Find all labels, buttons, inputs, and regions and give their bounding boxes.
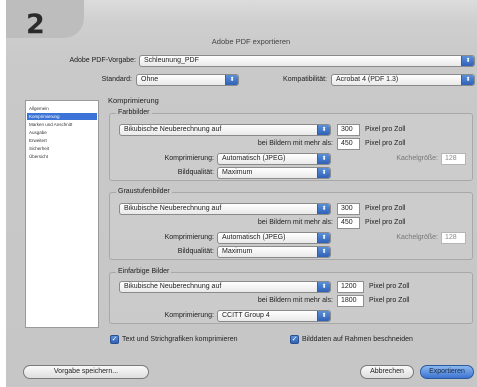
- dialog-title: Adobe PDF exportieren: [211, 37, 291, 46]
- einfarbig-ppi-unit: Pixel pro Zoll: [369, 283, 410, 290]
- einfarbig-compression-label: Komprimierung:: [164, 312, 214, 319]
- farbbilder-quality-select[interactable]: Maximum ⬍: [217, 167, 331, 179]
- updown-arrows-icon: ⬍: [317, 168, 330, 178]
- updown-arrows-icon: ⬍: [317, 311, 330, 321]
- einfarbig-ppi-input[interactable]: 1200: [337, 281, 364, 293]
- graustufen-quality: Maximum: [222, 248, 253, 255]
- farbbilder-method: Bikubische Neuberechnung auf: [124, 126, 222, 133]
- sidebar-item-allgemein[interactable]: Allgemein: [27, 105, 97, 112]
- updown-arrows-icon: ⬍: [317, 204, 330, 214]
- standard-value: Ohne: [141, 76, 159, 83]
- einfarbig-title: Einfarbige Bilder: [116, 268, 172, 275]
- graustufen-method-select[interactable]: Bikubische Neuberechnung auf ⬍: [119, 203, 331, 215]
- sidebar-item-sicherheit[interactable]: Sicherheit: [27, 145, 97, 152]
- category-sidebar: Allgemein Komprimierung Marken und Ansch…: [25, 100, 99, 328]
- graustufen-ppi-input[interactable]: 300: [337, 203, 360, 215]
- farbbilder-above-input[interactable]: 450: [337, 138, 360, 150]
- checkmark-icon: ✓: [291, 336, 298, 343]
- einfarbig-above-input[interactable]: 1800: [337, 295, 364, 307]
- checkmark-icon: ✓: [111, 336, 118, 343]
- farbbilder-above-unit: Pixel pro Zoll: [365, 140, 406, 147]
- updown-arrows-icon: ⬍: [317, 247, 330, 257]
- compress-text-label: Text und Strichgrafiken komprimieren: [122, 336, 238, 343]
- farbbilder-tile-input[interactable]: 128: [441, 153, 466, 165]
- graustufen-title: Graustufenbilder: [116, 188, 172, 195]
- compress-text-checkbox[interactable]: ✓: [110, 335, 119, 344]
- sidebar-item-erweitert[interactable]: Erweitert: [27, 137, 97, 144]
- einfarbig-method: Bikubische Neuberechnung auf: [124, 283, 222, 290]
- graustufen-method: Bikubische Neuberechnung auf: [124, 205, 222, 212]
- preset-select[interactable]: Schleunung_PDF ⬍: [139, 55, 475, 67]
- step-badge: 2: [6, 0, 84, 40]
- crop-images-checkbox[interactable]: ✓: [290, 335, 299, 344]
- graustufen-ppi-unit: Pixel pro Zoll: [365, 205, 406, 212]
- section-title: Komprimierung: [108, 96, 159, 105]
- compat-label: Kompatibilität:: [283, 76, 327, 83]
- save-preset-button[interactable]: Vorgabe speichern...: [23, 365, 149, 379]
- updown-arrows-icon: ⬍: [461, 75, 474, 85]
- einfarbig-method-select[interactable]: Bikubische Neuberechnung auf ⬍: [119, 281, 331, 293]
- graustufen-quality-select[interactable]: Maximum ⬍: [217, 246, 331, 258]
- updown-arrows-icon: ⬍: [317, 125, 330, 135]
- farbbilder-quality-label: Bildqualität:: [177, 169, 214, 176]
- sidebar-item-ausgabe[interactable]: Ausgabe: [27, 129, 97, 136]
- farbbilder-compression-label: Komprimierung:: [164, 155, 214, 162]
- farbbilder-method-select[interactable]: Bikubische Neuberechnung auf ⬍: [119, 124, 331, 136]
- export-dialog: 2 Adobe PDF exportieren Adobe PDF-Vorgab…: [6, 0, 477, 387]
- graustufen-above-label: bei Bildern mit mehr als:: [257, 219, 333, 226]
- graustufen-quality-label: Bildqualität:: [177, 248, 214, 255]
- farbbilder-title: Farbbilder: [116, 109, 152, 116]
- sidebar-item-uebersicht[interactable]: Übersicht: [27, 153, 97, 160]
- farbbilder-above-label: bei Bildern mit mehr als:: [257, 140, 333, 147]
- updown-arrows-icon: ⬍: [225, 75, 238, 85]
- einfarbig-compression: CCITT Group 4: [222, 312, 270, 319]
- graustufen-above-input[interactable]: 450: [337, 217, 360, 229]
- farbbilder-quality: Maximum: [222, 169, 253, 176]
- cancel-button[interactable]: Abbrechen: [360, 365, 414, 379]
- farbbilder-tile-label: Kachelgröße:: [396, 155, 438, 162]
- graustufen-above-unit: Pixel pro Zoll: [365, 219, 406, 226]
- farbbilder-ppi-unit: Pixel pro Zoll: [365, 126, 406, 133]
- crop-images-label: Bilddaten auf Rahmen beschneiden: [302, 336, 413, 343]
- preset-value: Schleunung_PDF: [144, 57, 199, 64]
- updown-arrows-icon: ⬍: [317, 154, 330, 164]
- export-button[interactable]: Exportieren: [420, 365, 474, 379]
- standard-label: Standard:: [101, 76, 132, 83]
- updown-arrows-icon: ⬍: [461, 56, 474, 66]
- farbbilder-compression: Automatisch (JPEG): [222, 155, 286, 162]
- updown-arrows-icon: ⬍: [317, 233, 330, 243]
- graustufen-tile-input[interactable]: 128: [441, 232, 466, 244]
- farbbilder-compression-select[interactable]: Automatisch (JPEG) ⬍: [217, 153, 331, 165]
- einfarbig-above-unit: Pixel pro Zoll: [369, 297, 410, 304]
- standard-select[interactable]: Ohne ⬍: [136, 74, 239, 86]
- step-number: 2: [26, 9, 45, 40]
- sidebar-item-komprimierung[interactable]: Komprimierung: [27, 113, 97, 120]
- graustufen-tile-label: Kachelgröße:: [396, 234, 438, 241]
- updown-arrows-icon: ⬍: [317, 282, 330, 292]
- compat-value: Acrobat 4 (PDF 1.3): [336, 76, 399, 83]
- graustufen-compression-label: Komprimierung:: [164, 234, 214, 241]
- preset-label: Adobe PDF-Vorgabe:: [69, 57, 136, 64]
- einfarbig-compression-select[interactable]: CCITT Group 4 ⬍: [217, 310, 331, 322]
- einfarbig-above-label: bei Bildern mit mehr als:: [257, 297, 333, 304]
- graustufen-compression: Automatisch (JPEG): [222, 234, 286, 241]
- farbbilder-ppi-input[interactable]: 300: [337, 124, 360, 136]
- compat-select[interactable]: Acrobat 4 (PDF 1.3) ⬍: [331, 74, 475, 86]
- graustufen-compression-select[interactable]: Automatisch (JPEG) ⬍: [217, 232, 331, 244]
- sidebar-item-marken[interactable]: Marken und Anschnitt: [27, 121, 97, 128]
